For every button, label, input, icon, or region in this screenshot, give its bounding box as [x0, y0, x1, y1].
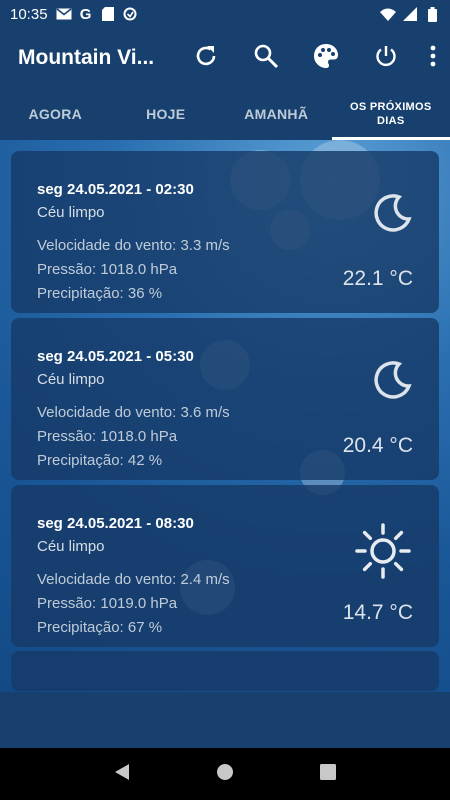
forecast-temperature: 22.1 °C: [342, 267, 413, 290]
forecast-precipitation: Precipitação: 67 %: [37, 619, 163, 636]
forecast-card[interactable]: seg 24.05.2021 - 08:30 Céu limpo Velocid…: [11, 485, 439, 647]
more-button[interactable]: [416, 28, 450, 88]
tab-today[interactable]: HOJE: [111, 88, 222, 140]
app-bar: Mountain Vi...: [0, 28, 450, 88]
forecast-precipitation: Precipitação: 42 %: [37, 452, 163, 469]
recents-button[interactable]: [308, 754, 348, 794]
forecast-datetime: seg 24.05.2021 - 02:30: [37, 181, 194, 198]
tab-bar: AGORA HOJE AMANHÃ OS PRÓXIMOS DIAS: [0, 88, 450, 140]
google-icon: G: [79, 5, 92, 23]
refresh-icon: [193, 43, 219, 73]
forecast-temperature: 14.7 °C: [342, 601, 413, 624]
search-button[interactable]: [236, 28, 296, 88]
status-bar: 10:35 G: [0, 0, 450, 28]
bottom-panel: [0, 692, 450, 748]
moon-icon: [369, 189, 417, 237]
battery-icon: [424, 6, 440, 22]
tab-tomorrow[interactable]: AMANHÃ: [221, 88, 332, 140]
forecast-wind: Velocidade do vento: 2.4 m/s: [37, 571, 230, 588]
home-button[interactable]: [205, 754, 245, 794]
mail-icon: [56, 7, 72, 21]
sun-icon: [353, 521, 413, 581]
power-icon: [374, 44, 398, 72]
location-title: Mountain Vi...: [18, 46, 155, 69]
wifi-icon: [380, 7, 396, 21]
forecast-precipitation: Precipitação: 36 %: [37, 285, 163, 302]
status-time: 10:35: [10, 5, 48, 23]
forecast-datetime: seg 24.05.2021 - 08:30: [37, 515, 194, 532]
forecast-pressure: Pressão: 1018.0 hPa: [37, 428, 178, 445]
forecast-datetime: seg 24.05.2021 - 05:30: [37, 348, 194, 365]
forecast-card-partial[interactable]: [11, 651, 439, 691]
tab-now[interactable]: AGORA: [0, 88, 111, 140]
forecast-list[interactable]: seg 24.05.2021 - 02:30 Céu limpo Velocid…: [0, 140, 450, 692]
forecast-card[interactable]: seg 24.05.2021 - 02:30 Céu limpo Velocid…: [11, 151, 439, 313]
forecast-condition: Céu limpo: [37, 371, 105, 388]
sd-card-icon: [100, 7, 116, 21]
refresh-button[interactable]: [176, 28, 236, 88]
tab-next-days[interactable]: OS PRÓXIMOS DIAS: [331, 88, 450, 140]
forecast-pressure: Pressão: 1018.0 hPa: [37, 261, 178, 278]
forecast-wind: Velocidade do vento: 3.3 m/s: [37, 237, 230, 254]
theme-button[interactable]: [296, 28, 356, 88]
forecast-condition: Céu limpo: [37, 538, 105, 555]
forecast-wind: Velocidade do vento: 3.6 m/s: [37, 404, 230, 421]
more-icon: [430, 45, 436, 71]
forecast-temperature: 20.4 °C: [342, 434, 413, 457]
signal-icon: [402, 7, 418, 21]
back-button[interactable]: [102, 754, 142, 794]
moon-icon: [369, 356, 417, 404]
recents-icon: [320, 764, 337, 784]
forecast-card[interactable]: seg 24.05.2021 - 05:30 Céu limpo Velocid…: [11, 318, 439, 480]
forecast-condition: Céu limpo: [37, 204, 105, 221]
home-icon: [216, 763, 234, 785]
back-icon: [113, 763, 131, 785]
system-nav-bar: [0, 748, 450, 800]
palette-icon: [312, 42, 340, 74]
power-button[interactable]: [356, 28, 416, 88]
search-icon: [253, 43, 279, 73]
sync-icon: [122, 7, 138, 21]
forecast-pressure: Pressão: 1019.0 hPa: [37, 595, 178, 612]
